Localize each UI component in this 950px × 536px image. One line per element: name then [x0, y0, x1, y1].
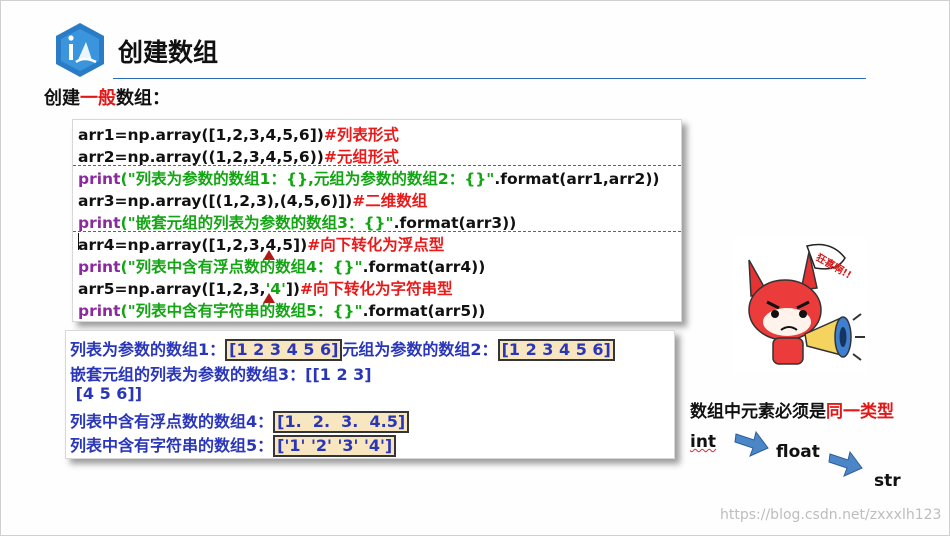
output-panel: 列表为参数的数组1： [1 2 3 4 5 6] 元组为参数的数组2： [1 2 3 … [65, 330, 675, 459]
highlighted-value: [1 2 3 4 5 6] [225, 339, 343, 361]
code-line: arr2=np.array((1,2,3,4,5,6))#元组形式 [78, 148, 399, 166]
output-line: [4 5 6]] [70, 384, 143, 403]
code-line: arr1=np.array([1,2,3,4,5,6])#列表形式 [78, 126, 399, 144]
arrow-right-icon [734, 430, 769, 457]
code-line: print("列表中含有浮点数的数组4：{}".format(arr4)) [78, 258, 486, 276]
highlighted-value: [1 2 3 4 5 6] [497, 339, 615, 361]
code-line: arr4=np.array([1,2,3,4,5])#向下转化为浮点型 [78, 236, 445, 254]
type-note: 数组中元素必须是同一类型 [690, 402, 894, 422]
section-subtitle: 创建一般数组： [44, 88, 170, 109]
output-line: 列表中含有浮点数的数组4： [1. 2. 3. 4.5] [70, 408, 410, 433]
dashed-separator [73, 165, 681, 166]
type-label-float: float [776, 442, 820, 462]
arrow-right-icon [828, 450, 863, 477]
highlighted-value: ['1' '2' '3' '4'] [273, 435, 397, 457]
code-line: arr3=np.array([(1,2,3),(4,5,6)])#二维数组 [78, 192, 428, 210]
mascot-megaphone-illustration: 狂喜啊!! [733, 238, 867, 372]
watermark: https://blog.csdn.net/zxxxlh123 [720, 507, 942, 523]
logo-icon [56, 23, 104, 77]
output-line: 列表中含有字符串的数组5： ['1' '2' '3' '4'] [70, 432, 397, 457]
code-line: print("列表为参数的数组1：{},元组为参数的数组2：{}".format… [78, 170, 660, 188]
code-panel: arr1=np.array([1,2,3,4,5,6])#列表形式 arr2=n… [72, 119, 682, 322]
code-line: print("列表中含有字符串的数组5：{}".format(arr5)) [78, 302, 486, 320]
code-line: print("嵌套元组的列表为参数的数组3：{}".format(arr3)) [78, 214, 517, 232]
type-label-int: int [690, 432, 717, 452]
page-title: 创建数组 [118, 38, 219, 67]
output-line: 嵌套元组的列表为参数的数组3：[[1 2 3] [70, 365, 372, 384]
highlighted-value: [1. 2. 3. 4.5] [273, 411, 410, 433]
type-label-str: str [874, 471, 901, 491]
dashed-separator [73, 231, 681, 232]
output-line: 列表为参数的数组1： [1 2 3 4 5 6] 元组为参数的数组2： [1 2 3 … [70, 336, 615, 361]
title-divider [113, 78, 866, 79]
